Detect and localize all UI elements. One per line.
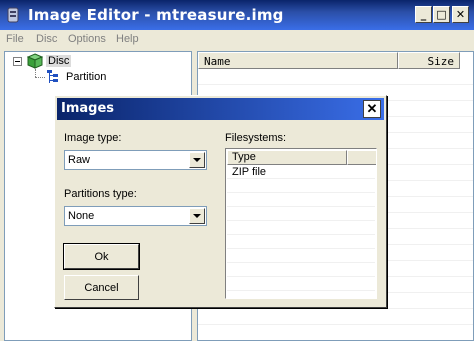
filesystems-header: Type	[227, 150, 376, 165]
menu-options[interactable]: Options	[68, 33, 106, 45]
partitions-type-label: Partitions type:	[64, 188, 137, 200]
menu-disc[interactable]: Disc	[36, 33, 57, 45]
close-icon: ✕	[366, 101, 378, 116]
column-header-extra[interactable]	[347, 150, 376, 165]
partitions-type-value: None	[68, 210, 95, 222]
list-item[interactable]: ZIP file	[232, 166, 266, 178]
window-title: Image Editor - mtreasure.img	[28, 6, 284, 24]
images-dialog: Images ✕ Image type: Raw Partitions type…	[54, 95, 387, 308]
tree-collapse-toggle[interactable]	[13, 57, 22, 66]
minimize-button[interactable]: _	[415, 6, 432, 23]
chevron-down-icon[interactable]	[189, 208, 205, 224]
filesystems-label: Filesystems:	[225, 132, 287, 144]
image-type-select[interactable]: Raw	[64, 150, 207, 170]
chevron-down-icon[interactable]	[189, 152, 205, 168]
dialog-close-button[interactable]: ✕	[363, 100, 381, 118]
close-button[interactable]: ✕	[452, 6, 469, 23]
partitions-type-select[interactable]: None	[64, 206, 207, 226]
maximize-button[interactable]: □	[433, 6, 450, 23]
dialog-title: Images	[61, 101, 115, 116]
tree-connector	[35, 77, 45, 79]
filesystems-list[interactable]: Type ZIP file	[225, 148, 377, 299]
list-header: Name Size	[198, 52, 473, 69]
image-type-value: Raw	[68, 154, 91, 166]
tree-item-partition[interactable]: Partition	[66, 71, 106, 83]
ok-button[interactable]: Ok	[63, 243, 140, 270]
partition-tree-icon	[47, 70, 58, 83]
filesystems-rows: ZIP file	[227, 165, 375, 298]
menu-bar: File Disc Options Help	[0, 30, 474, 50]
window-title-bar[interactable]: Image Editor - mtreasure.img _ □ ✕	[0, 0, 474, 30]
image-type-label: Image type:	[64, 132, 122, 144]
menu-help[interactable]: Help	[116, 33, 139, 45]
column-header-name[interactable]: Name	[198, 52, 398, 69]
tree-connector	[35, 69, 37, 77]
cancel-button[interactable]: Cancel	[64, 275, 139, 300]
column-header-type[interactable]: Type	[227, 150, 347, 165]
tree-item-disc[interactable]: Disc	[46, 55, 72, 67]
column-header-size[interactable]: Size	[398, 52, 460, 69]
dialog-title-bar[interactable]: Images ✕	[57, 98, 384, 120]
app-icon	[7, 7, 19, 23]
menu-file[interactable]: File	[6, 33, 24, 45]
disc-cube-icon	[27, 53, 43, 69]
